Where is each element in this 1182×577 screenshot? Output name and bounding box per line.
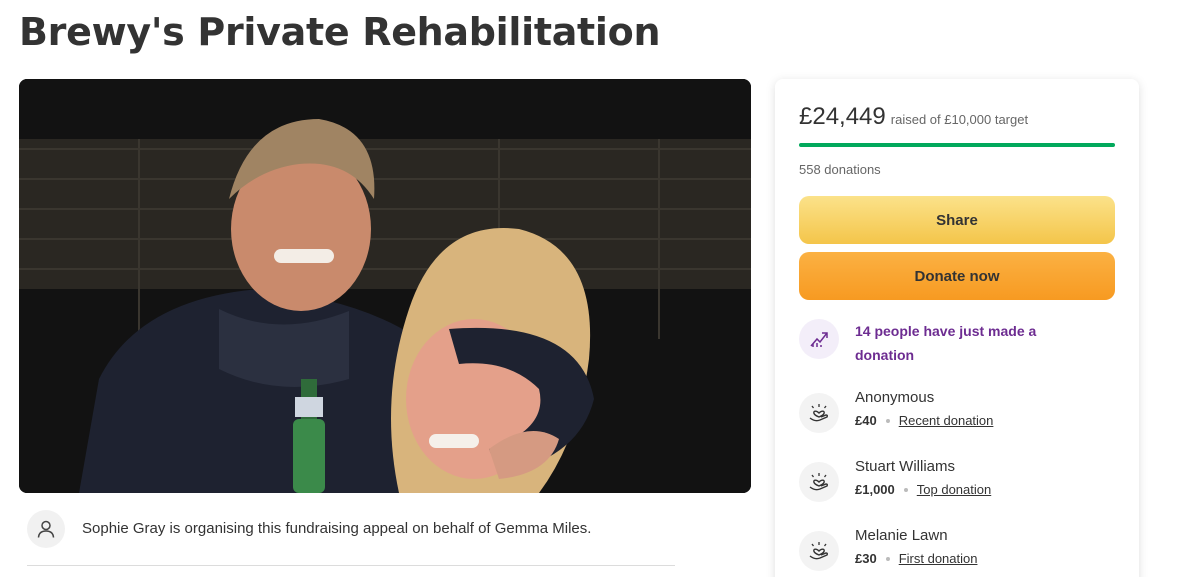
- separator-dot: [885, 556, 890, 561]
- donor-item: Anonymous £40 Recent donation: [799, 389, 1115, 435]
- donor-meta: £1,000 Top donation: [855, 482, 991, 497]
- donor-amount: £30: [855, 551, 877, 566]
- donor-name: Anonymous: [855, 389, 935, 406]
- donor-name: Stuart Williams: [855, 458, 956, 475]
- trending-up-icon: [799, 319, 839, 359]
- raised-target: raised of £10,000 target: [890, 112, 1029, 127]
- donation-count: 558 donations: [799, 162, 881, 177]
- donor-tag-link[interactable]: Top donation: [917, 482, 991, 497]
- heart-hand-icon: [799, 531, 839, 571]
- raised-row: £24,449 raised of £10,000 target: [799, 103, 1028, 131]
- donor-meta: £40 Recent donation: [855, 413, 993, 428]
- separator-dot: [885, 418, 890, 423]
- organiser-text: Sophie Gray is organising this fundraisi…: [82, 520, 592, 537]
- share-button[interactable]: Share: [799, 196, 1115, 244]
- donate-button[interactable]: Donate now: [799, 252, 1115, 300]
- donor-tag-link[interactable]: First donation: [899, 551, 978, 566]
- page-title: Brewy's Private Rehabilitation: [19, 10, 661, 54]
- donor-meta: £30 First donation: [855, 551, 977, 566]
- donor-amount: £1,000: [855, 482, 895, 497]
- raised-amount: £24,449: [799, 103, 886, 130]
- progress-fill: [799, 143, 1115, 147]
- recent-activity-text: 14 people have just made a donation: [855, 323, 1037, 363]
- heart-hand-icon: [799, 462, 839, 502]
- separator-dot: [903, 487, 908, 492]
- donor-name: Melanie Lawn: [855, 527, 948, 544]
- donor-item: Stuart Williams £1,000 Top donation: [799, 458, 1115, 504]
- donor-amount: £40: [855, 413, 877, 428]
- campaign-photo: [19, 79, 751, 493]
- donor-item: Melanie Lawn £30 First donation: [799, 527, 1115, 573]
- person-icon: [27, 510, 65, 548]
- organiser-section: Sophie Gray is organising this fundraisi…: [27, 510, 675, 566]
- donor-tag-link[interactable]: Recent donation: [899, 413, 994, 428]
- progress-bar: [799, 143, 1115, 147]
- heart-hand-icon: [799, 393, 839, 433]
- donation-card: £24,449 raised of £10,000 target 558 don…: [775, 79, 1139, 577]
